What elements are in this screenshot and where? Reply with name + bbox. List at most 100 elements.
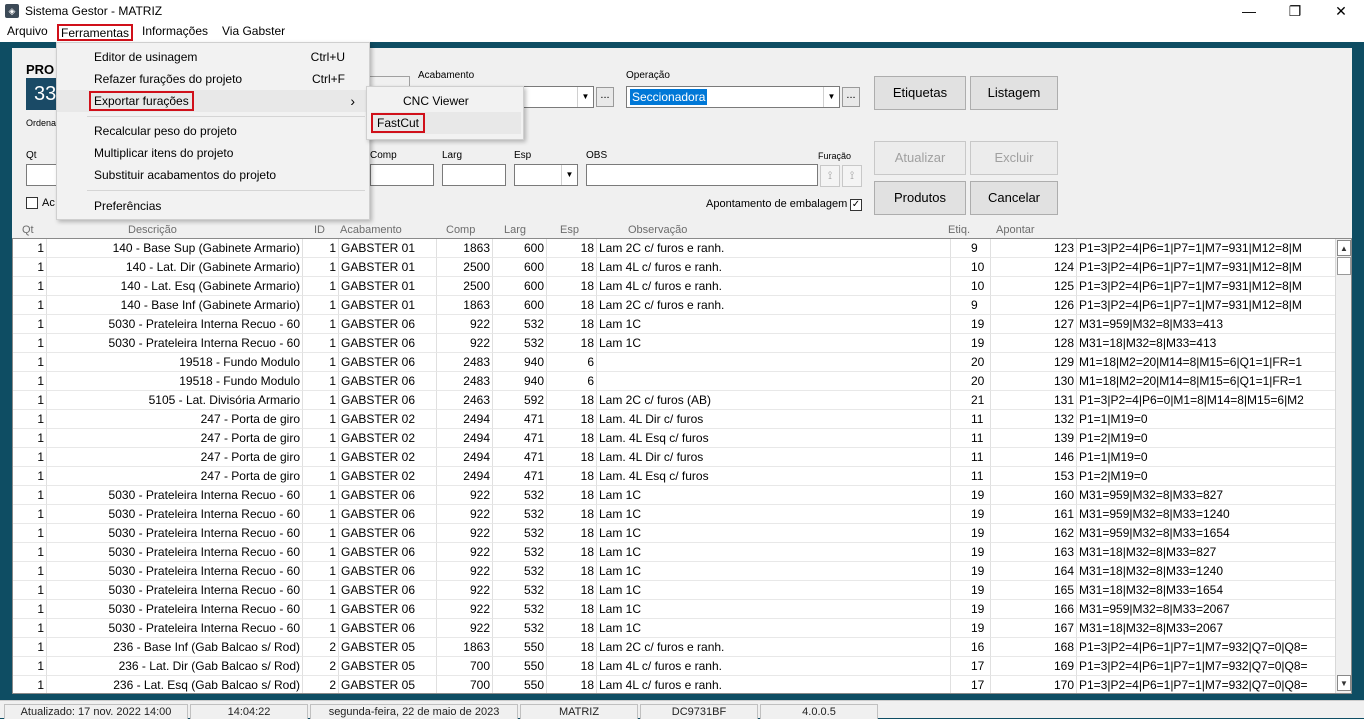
table-row[interactable]: 1 5030 - Prateleira Interna Recuo - 60 1 GA… — [13, 600, 1337, 619]
acabamento-ellipsis-button[interactable]: ... — [596, 87, 614, 107]
atualizar-button[interactable]: Atualizar — [874, 141, 966, 175]
table-row[interactable]: 1 5030 - Prateleira Interna Recuo - 60 1 GA… — [13, 486, 1337, 505]
table-row[interactable]: 1 140 - Base Inf (Gabinete Armario) 1 GABST… — [13, 296, 1337, 315]
table-row[interactable]: 1 140 - Lat. Esq (Gabinete Armario) 1 GABST… — [13, 277, 1337, 296]
exportar-submenu: CNC Viewer FastCut — [366, 86, 524, 140]
menu-editor-usinagem[interactable]: Editor de usinagem Ctrl+U — [57, 46, 369, 68]
menu-recalcular-peso[interactable]: Recalcular peso do projeto — [57, 120, 369, 142]
table-row[interactable]: 1 247 - Porta de giro 1 GABSTER 02 2494 471 18… — [13, 448, 1337, 467]
scroll-up-icon[interactable]: ▲ — [1337, 240, 1351, 256]
submenu-fastcut[interactable]: FastCut — [371, 113, 426, 133]
cell-larg: 532 — [493, 334, 547, 353]
menu-substituir-acabamentos[interactable]: Substituir acabamentos do projeto — [57, 164, 369, 186]
operacao-select[interactable]: Seccionadora ▼ — [626, 86, 840, 108]
operacao-ellipsis-button[interactable]: ... — [842, 87, 860, 107]
cell-descricao: 140 - Lat. Dir (Gabinete Armario) — [47, 258, 303, 277]
apontamento-label: Apontamento de embalagem — [706, 198, 848, 210]
table-row[interactable]: 1 5030 - Prateleira Interna Recuo - 60 1 GA… — [13, 505, 1337, 524]
menu-via-gabster[interactable]: Via Gabster — [219, 24, 288, 41]
col-etiq[interactable]: Etiq. — [948, 222, 970, 238]
col-descricao[interactable]: Descrição — [128, 222, 177, 238]
acabamento-select[interactable]: ▼ — [522, 86, 594, 108]
scroll-down-icon[interactable]: ▼ — [1337, 675, 1351, 691]
acabamento-label: Acabamento — [418, 70, 475, 81]
comp-input[interactable] — [370, 164, 434, 186]
close-button[interactable]: ✕ — [1318, 0, 1364, 22]
drill-icon[interactable]: ⟟ — [820, 165, 840, 187]
table-row[interactable]: 1 5030 - Prateleira Interna Recuo - 60 1 GA… — [13, 334, 1337, 353]
minimize-button[interactable]: — — [1226, 0, 1272, 22]
chevron-down-icon[interactable]: ▼ — [577, 87, 593, 107]
etiquetas-button[interactable]: Etiquetas — [874, 76, 966, 110]
cell-esp: 18 — [547, 391, 597, 410]
qt-input[interactable] — [26, 164, 60, 186]
table-row[interactable]: 1 247 - Porta de giro 1 GABSTER 02 2494 471 18… — [13, 410, 1337, 429]
table-row[interactable]: 1 140 - Lat. Dir (Gabinete Armario) 1 GABST… — [13, 258, 1337, 277]
table-row[interactable]: 1 19518 - Fundo Modulo 1 GABSTER 06 2483 940 6… — [13, 353, 1337, 372]
obs-input[interactable] — [586, 164, 818, 186]
menu-exportar-furacoes[interactable]: Exportar furações › — [57, 90, 369, 112]
excluir-button[interactable]: Excluir — [970, 141, 1058, 175]
cell-id: 1 — [303, 486, 339, 505]
listagem-button[interactable]: Listagem — [970, 76, 1058, 110]
menu-preferencias[interactable]: Preferências — [57, 195, 369, 217]
table-row[interactable]: 1 140 - Base Sup (Gabinete Armario) 1 GABST… — [13, 239, 1337, 258]
cell-esp: 18 — [547, 239, 597, 258]
col-qt[interactable]: Qt — [22, 222, 34, 238]
cell-descricao: 140 - Lat. Esq (Gabinete Armario) — [47, 277, 303, 296]
table-row[interactable]: 1 247 - Porta de giro 1 GABSTER 02 2494 471 18… — [13, 467, 1337, 486]
cell-id: 1 — [303, 315, 339, 334]
table-row[interactable]: 1 5030 - Prateleira Interna Recuo - 60 1 GA… — [13, 543, 1337, 562]
ac-checkbox[interactable] — [26, 197, 38, 209]
menu-refazer-furacoes[interactable]: Refazer furações do projeto Ctrl+F — [57, 68, 369, 90]
col-id[interactable]: ID — [314, 222, 325, 238]
vertical-scrollbar[interactable]: ▲ ▼ — [1335, 239, 1351, 693]
chevron-down-icon[interactable]: ▼ — [561, 165, 577, 185]
cell-apontar: 131 — [991, 391, 1077, 410]
apontamento-checkbox[interactable]: ✓ — [850, 199, 862, 211]
col-acabamento[interactable]: Acabamento — [340, 222, 402, 238]
table-row[interactable]: 1 236 - Base Inf (Gab Balcao s/ Rod) 2 GABS… — [13, 638, 1337, 657]
col-esp[interactable]: Esp — [560, 222, 579, 238]
cell-comp: 2494 — [437, 448, 493, 467]
table-row[interactable]: 1 5030 - Prateleira Interna Recuo - 60 1 GA… — [13, 581, 1337, 600]
cell-apontar: 132 — [991, 410, 1077, 429]
table-row[interactable]: 1 5030 - Prateleira Interna Recuo - 60 1 GA… — [13, 315, 1337, 334]
table-row[interactable]: 1 247 - Porta de giro 1 GABSTER 02 2494 471 18… — [13, 429, 1337, 448]
cell-apontar: 167 — [991, 619, 1077, 638]
cell-usinagem: M31=959|M32=8|M33=827 — [1077, 486, 1337, 505]
table-row[interactable]: 1 236 - Lat. Dir (Gab Balcao s/ Rod) 2 GABS… — [13, 657, 1337, 676]
menu-arquivo[interactable]: Arquivo — [4, 24, 51, 41]
col-apontar[interactable]: Apontar — [996, 222, 1035, 238]
menu-multiplicar-itens[interactable]: Multiplicar itens do projeto — [57, 142, 369, 164]
table-row[interactable]: 1 236 - Lat. Esq (Gab Balcao s/ Rod) 2 GABS… — [13, 676, 1337, 693]
cell-comp: 922 — [437, 486, 493, 505]
menu-ferramentas[interactable]: Ferramentas — [57, 24, 134, 41]
cell-comp: 922 — [437, 524, 493, 543]
table-row[interactable]: 1 5030 - Prateleira Interna Recuo - 60 1 GA… — [13, 524, 1337, 543]
col-observacao[interactable]: Observação — [628, 222, 687, 238]
table-row[interactable]: 1 5030 - Prateleira Interna Recuo - 60 1 GA… — [13, 562, 1337, 581]
cell-esp: 18 — [547, 676, 597, 693]
cancelar-button[interactable]: Cancelar — [970, 181, 1058, 215]
menu-informacoes[interactable]: Informações — [139, 24, 211, 41]
col-comp[interactable]: Comp — [446, 222, 475, 238]
col-larg[interactable]: Larg — [504, 222, 526, 238]
cell-observacao: Lam 1C — [597, 524, 951, 543]
larg-input[interactable] — [442, 164, 506, 186]
maximize-button[interactable]: ❐ — [1272, 0, 1318, 22]
table-row[interactable]: 1 19518 - Fundo Modulo 1 GABSTER 06 2483 940 6… — [13, 372, 1337, 391]
submenu-cnc-viewer[interactable]: CNC Viewer — [367, 90, 523, 112]
drill-b-icon[interactable]: ⟟ — [842, 165, 862, 187]
cell-acabamento: GABSTER 05 — [339, 676, 437, 693]
produtos-button[interactable]: Produtos — [874, 181, 966, 215]
cell-id: 1 — [303, 372, 339, 391]
table-row[interactable]: 1 5030 - Prateleira Interna Recuo - 60 1 GA… — [13, 619, 1337, 638]
chevron-down-icon[interactable]: ▼ — [823, 87, 839, 107]
esp-select[interactable]: ▼ — [514, 164, 578, 186]
table-row[interactable]: 1 5105 - Lat. Divisória Armario 1 GABSTER 0… — [13, 391, 1337, 410]
cell-larg: 532 — [493, 619, 547, 638]
submenu-fastcut-row[interactable]: FastCut — [371, 112, 521, 134]
cell-etiq: 11 — [951, 429, 991, 448]
scroll-thumb[interactable] — [1337, 257, 1351, 275]
